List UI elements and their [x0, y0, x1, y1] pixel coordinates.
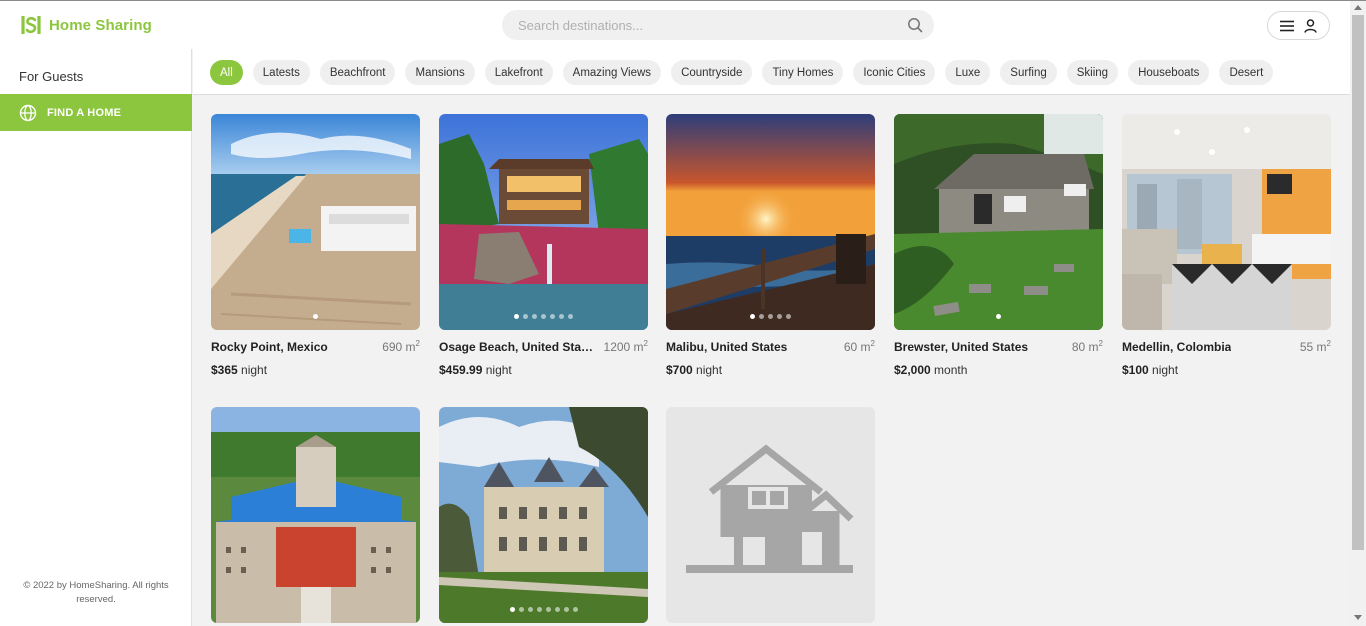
listing-photo[interactable] — [211, 407, 420, 623]
carousel-dot[interactable] — [777, 314, 782, 319]
listing-photo[interactable] — [439, 114, 648, 330]
top-bar: Home Sharing — [0, 1, 1350, 49]
listing-card[interactable]: Osage Beach, United States 1200 m2 $459.… — [439, 114, 648, 377]
listing-location: Rocky Point, Mexico — [211, 340, 328, 354]
listing-photo[interactable] — [666, 114, 875, 330]
carousel-dot[interactable] — [554, 607, 560, 612]
carousel-dot[interactable] — [545, 607, 551, 612]
filter-chip-surfing[interactable]: Surfing — [1000, 60, 1057, 85]
filter-chip-luxe[interactable]: Luxe — [945, 60, 991, 85]
sidebar-item-label: FIND A HOME — [47, 106, 122, 119]
filter-chip-desert[interactable]: Desert — [1219, 60, 1274, 85]
listing-photo[interactable] — [1122, 114, 1331, 330]
carousel-dot[interactable] — [509, 607, 515, 612]
photo-carousel-dots[interactable] — [666, 314, 875, 319]
listing-photo[interactable] — [439, 407, 648, 623]
filter-chip-tiny-homes[interactable]: Tiny Homes — [762, 60, 844, 85]
filter-chip-mansions[interactable]: Mansions — [405, 60, 475, 85]
filter-chip-all[interactable]: All — [210, 60, 243, 85]
carousel-dot[interactable] — [523, 314, 528, 319]
user-icon — [1304, 18, 1317, 33]
copyright-footer: © 2022 by HomeSharing. All rights reserv… — [23, 580, 169, 605]
filter-chip-houseboats[interactable]: Houseboats — [1128, 60, 1210, 85]
listing-card[interactable]: Medellin, Colombia 55 m2 $100 night — [1122, 114, 1331, 377]
listing-photo[interactable] — [211, 114, 420, 330]
filter-chip-iconic-cities[interactable]: Iconic Cities — [853, 60, 936, 85]
listing-location: Malibu, United States — [666, 340, 788, 354]
scroll-up-arrow[interactable] — [1354, 5, 1362, 10]
carousel-dot[interactable] — [572, 607, 578, 612]
carousel-dot[interactable] — [768, 314, 773, 319]
carousel-dot[interactable] — [527, 607, 533, 612]
page-scrollbar[interactable] — [1350, 1, 1366, 626]
listing-card[interactable]: Rocky Point, Mexico 690 m2 $365 night — [211, 114, 420, 377]
listing-area: 55 m2 — [1299, 339, 1331, 354]
carousel-dot[interactable] — [518, 607, 524, 612]
listing-price: $459.99 night — [439, 363, 512, 377]
category-filter-bar: All Latests Beachfront Mansions Lakefron… — [193, 49, 1350, 95]
scroll-thumb[interactable] — [1352, 15, 1364, 550]
listing-card[interactable]: Malibu, United States 60 m2 $700 night — [666, 114, 875, 377]
carousel-dot[interactable] — [514, 314, 519, 319]
sidebar-item-find-a-home[interactable]: FIND A HOME — [0, 94, 192, 131]
filter-chip-countryside[interactable]: Countryside — [671, 60, 753, 85]
photo-carousel-dots[interactable] — [894, 314, 1103, 319]
carousel-dot[interactable] — [532, 314, 537, 319]
photo-carousel-dots[interactable] — [211, 314, 420, 319]
listing-area: 1200 m2 — [603, 339, 648, 354]
globe-icon — [19, 104, 37, 121]
carousel-dot[interactable] — [568, 314, 573, 319]
search-bar — [502, 10, 934, 40]
carousel-dot[interactable] — [750, 314, 755, 319]
house-placeholder-icon — [686, 444, 854, 573]
listing-photo[interactable] — [894, 114, 1103, 330]
carousel-dot[interactable] — [759, 314, 764, 319]
listing-price: $365 night — [211, 363, 268, 377]
carousel-dot[interactable] — [996, 314, 1001, 319]
carousel-dot[interactable] — [559, 314, 564, 319]
filter-chip-lakefront[interactable]: Lakefront — [484, 60, 553, 85]
listing-location: Medellin, Colombia — [1122, 340, 1232, 354]
app-name: Home Sharing — [49, 16, 152, 34]
filter-chip-amazing-views[interactable]: Amazing Views — [562, 60, 662, 85]
listing-card[interactable]: Brewster, United States 80 m2 $2,000 mon… — [894, 114, 1103, 377]
photo-carousel-dots[interactable] — [439, 607, 648, 612]
scroll-down-arrow[interactable] — [1354, 615, 1362, 620]
listing-area: 80 m2 — [1071, 339, 1103, 354]
photo-carousel-dots[interactable] — [439, 314, 648, 319]
listing-area: 60 m2 — [843, 339, 875, 354]
carousel-dot[interactable] — [550, 314, 555, 319]
logo-icon — [21, 16, 41, 34]
carousel-dot[interactable] — [786, 314, 791, 319]
carousel-dot[interactable] — [313, 314, 318, 319]
carousel-dot[interactable] — [536, 607, 542, 612]
carousel-dot[interactable] — [563, 607, 569, 612]
listing-photo-placeholder[interactable] — [666, 407, 875, 623]
search-icon[interactable] — [907, 17, 923, 33]
listing-price: $100 night — [1122, 363, 1179, 377]
filter-chip-latests[interactable]: Latests — [252, 60, 310, 85]
carousel-dot[interactable] — [541, 314, 546, 319]
listing-location: Brewster, United States — [894, 340, 1029, 354]
listing-price: $700 night — [666, 363, 723, 377]
filter-chip-skiing[interactable]: Skiing — [1066, 60, 1119, 85]
listing-card[interactable] — [211, 407, 420, 623]
listing-card[interactable] — [439, 407, 648, 623]
listing-price: $2,000 month — [894, 363, 968, 377]
logo[interactable]: Home Sharing — [20, 13, 152, 37]
listing-location: Osage Beach, United States — [439, 340, 594, 354]
sidebar-heading: For Guests — [19, 69, 84, 84]
sidebar: For Guests FIND A HOME © 2022 by HomeSha… — [0, 49, 192, 626]
hamburger-icon — [1280, 20, 1294, 31]
listing-area: 690 m2 — [382, 339, 420, 354]
account-menu-button[interactable] — [1267, 11, 1330, 40]
listing-card[interactable] — [666, 407, 875, 623]
filter-chip-beachfront[interactable]: Beachfront — [319, 60, 396, 85]
search-input[interactable] — [518, 10, 898, 40]
